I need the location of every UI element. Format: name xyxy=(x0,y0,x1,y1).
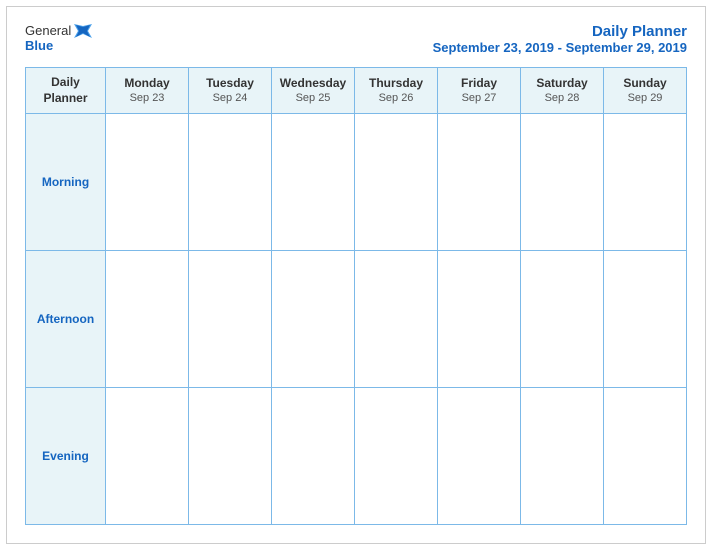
logo-general: General xyxy=(25,23,71,38)
morning-sunday[interactable] xyxy=(604,114,686,250)
col-monday-date: Sep 23 xyxy=(130,91,165,105)
page-title: Daily Planner xyxy=(433,23,687,40)
afternoon-wednesday[interactable] xyxy=(272,251,355,387)
col-wednesday-date: Sep 25 xyxy=(296,91,331,105)
morning-monday[interactable] xyxy=(106,114,189,250)
col-header-saturday: Saturday Sep 28 xyxy=(521,68,604,113)
date-range: September 23, 2019 - September 29, 2019 xyxy=(433,40,687,55)
col-header-monday: Monday Sep 23 xyxy=(106,68,189,113)
evening-tuesday[interactable] xyxy=(189,388,272,524)
evening-wednesday[interactable] xyxy=(272,388,355,524)
morning-wednesday[interactable] xyxy=(272,114,355,250)
header-right: Daily Planner September 23, 2019 - Septe… xyxy=(433,23,687,55)
col-thursday-name: Thursday xyxy=(369,76,423,92)
evening-friday[interactable] xyxy=(438,388,521,524)
col-sunday-name: Sunday xyxy=(623,76,666,92)
col-header-planner-text: DailyPlanner xyxy=(43,75,87,106)
planner-table: DailyPlanner Monday Sep 23 Tuesday Sep 2… xyxy=(25,67,687,525)
morning-tuesday[interactable] xyxy=(189,114,272,250)
col-sunday-date: Sep 29 xyxy=(628,91,663,105)
logo-bird-icon xyxy=(74,24,92,38)
col-wednesday-name: Wednesday xyxy=(280,76,346,92)
col-saturday-date: Sep 28 xyxy=(545,91,580,105)
afternoon-row: Afternoon xyxy=(26,251,686,388)
evening-saturday[interactable] xyxy=(521,388,604,524)
col-tuesday-date: Sep 24 xyxy=(213,91,248,105)
header-row: DailyPlanner Monday Sep 23 Tuesday Sep 2… xyxy=(26,68,686,114)
logo: General Blue xyxy=(25,23,92,53)
col-header-planner: DailyPlanner xyxy=(26,68,106,113)
afternoon-tuesday[interactable] xyxy=(189,251,272,387)
col-header-friday: Friday Sep 27 xyxy=(438,68,521,113)
afternoon-monday[interactable] xyxy=(106,251,189,387)
col-monday-name: Monday xyxy=(124,76,169,92)
evening-row: Evening xyxy=(26,388,686,524)
logo-blue: Blue xyxy=(25,38,53,53)
col-header-wednesday: Wednesday Sep 25 xyxy=(272,68,355,113)
morning-saturday[interactable] xyxy=(521,114,604,250)
col-header-thursday: Thursday Sep 26 xyxy=(355,68,438,113)
col-friday-date: Sep 27 xyxy=(462,91,497,105)
afternoon-saturday[interactable] xyxy=(521,251,604,387)
col-header-tuesday: Tuesday Sep 24 xyxy=(189,68,272,113)
header: General Blue Daily Planner September 23,… xyxy=(25,23,687,55)
morning-row: Morning xyxy=(26,114,686,251)
row-label-afternoon: Afternoon xyxy=(26,251,106,387)
afternoon-thursday[interactable] xyxy=(355,251,438,387)
page: General Blue Daily Planner September 23,… xyxy=(6,6,706,544)
col-friday-name: Friday xyxy=(461,76,497,92)
col-thursday-date: Sep 26 xyxy=(379,91,414,105)
col-saturday-name: Saturday xyxy=(536,76,587,92)
afternoon-friday[interactable] xyxy=(438,251,521,387)
evening-monday[interactable] xyxy=(106,388,189,524)
evening-thursday[interactable] xyxy=(355,388,438,524)
morning-thursday[interactable] xyxy=(355,114,438,250)
col-header-sunday: Sunday Sep 29 xyxy=(604,68,686,113)
morning-friday[interactable] xyxy=(438,114,521,250)
row-label-morning: Morning xyxy=(26,114,106,250)
afternoon-sunday[interactable] xyxy=(604,251,686,387)
row-label-evening: Evening xyxy=(26,388,106,524)
evening-sunday[interactable] xyxy=(604,388,686,524)
col-tuesday-name: Tuesday xyxy=(206,76,254,92)
